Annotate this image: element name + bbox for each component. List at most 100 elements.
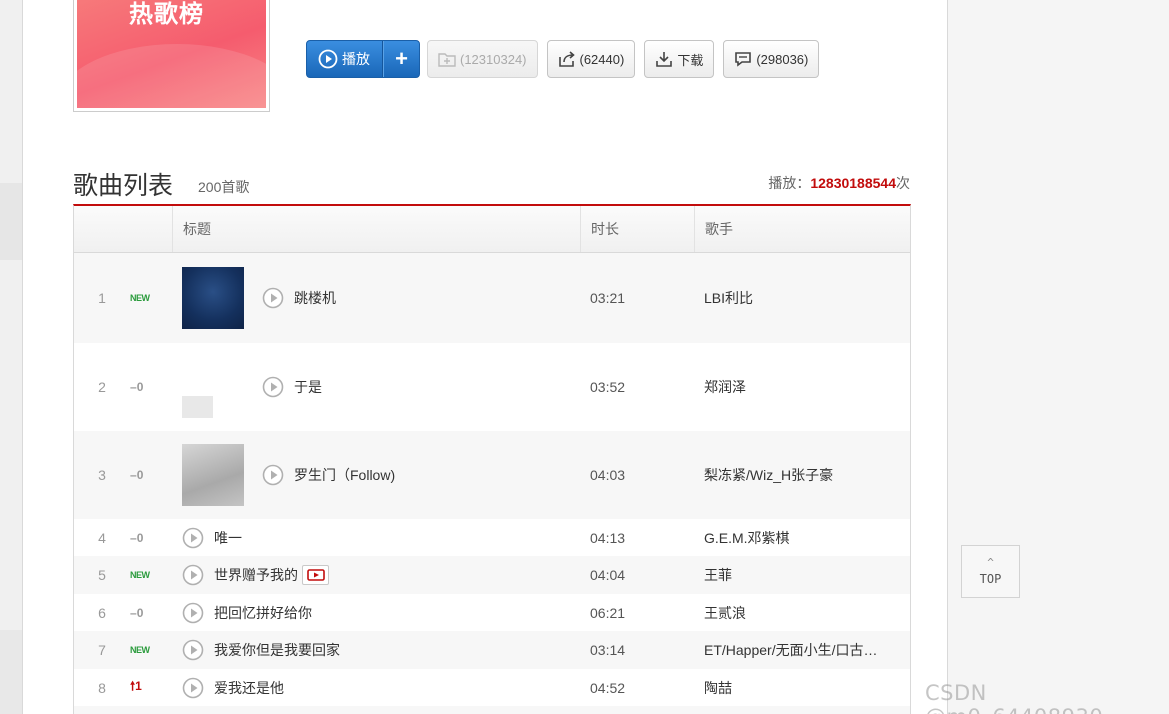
- row-index: 6: [98, 604, 106, 621]
- download-icon: [656, 52, 673, 67]
- rank-new-badge: NEW: [130, 570, 150, 580]
- play-song-icon[interactable]: [182, 677, 204, 699]
- song-duration: 03:21: [590, 290, 626, 306]
- download-button[interactable]: 下载: [644, 40, 715, 78]
- play-button[interactable]: 播放: [307, 41, 383, 77]
- playlist-main-panel: 热歌榜 播放 + (12310324) (62440) 下载 (298036) …: [22, 0, 948, 714]
- chevron-up-icon: ^: [987, 555, 994, 569]
- play-count-number: 12830188544: [810, 175, 896, 191]
- header-artist: 歌手: [694, 206, 910, 252]
- play-song-icon[interactable]: [262, 287, 284, 309]
- top-label: TOP: [979, 571, 1002, 586]
- back-to-top-button[interactable]: ^ TOP: [961, 545, 1020, 598]
- download-label: 下载: [677, 52, 704, 68]
- song-duration: 06:21: [590, 604, 626, 621]
- play-circle-icon: [318, 49, 338, 69]
- row-index: 8: [98, 679, 106, 696]
- play-count-prefix: 播放：: [768, 175, 811, 191]
- cover-image: 热歌榜: [77, 0, 266, 108]
- song-table: 标题 时长 歌手 1 NEW 跳楼机 03:21 LBI利比 2 –0 于是 03:…: [73, 204, 911, 714]
- action-buttons: 播放 + (12310324) (62440) 下载 (298036): [306, 40, 828, 78]
- artist-link[interactable]: G.E.M.邓紫棋: [694, 528, 910, 548]
- song-count: 200首歌: [198, 179, 250, 195]
- play-song-icon[interactable]: [182, 602, 204, 624]
- rank-up-badge: 🠕1: [130, 679, 142, 693]
- artist-link[interactable]: 陶喆: [694, 678, 910, 698]
- table-row: 6 –0 把回忆拼好给你 06:21 王贰浪: [74, 594, 910, 631]
- row-index: 2: [98, 379, 106, 395]
- row-index: 5: [98, 567, 106, 583]
- artist-link[interactable]: 梨冻紧/Wiz_H张子豪: [694, 465, 910, 485]
- song-title-link[interactable]: 我爱你但是我要回家: [214, 640, 340, 660]
- artist-link[interactable]: LBI利比: [694, 288, 910, 308]
- play-song-icon[interactable]: [182, 527, 204, 549]
- artist-link[interactable]: 郑润泽: [694, 377, 910, 397]
- row-index: 4: [98, 529, 106, 546]
- header-index: [74, 206, 172, 252]
- row-index: 7: [98, 642, 106, 658]
- mv-icon[interactable]: [302, 565, 329, 585]
- table-row: 3 –0 罗生门（Follow) 04:03 梨冻紧/Wiz_H张子豪: [74, 431, 910, 519]
- song-title-link[interactable]: 罗生门（Follow): [294, 465, 395, 485]
- table-row: [74, 706, 910, 714]
- artist-link[interactable]: 王贰浪: [694, 603, 910, 623]
- rank-new-badge: NEW: [130, 293, 150, 303]
- song-title-link[interactable]: 于是: [294, 377, 322, 397]
- left-side-panel: [0, 0, 22, 714]
- album-thumbnail[interactable]: [182, 444, 244, 506]
- artist-link[interactable]: 王菲: [694, 565, 910, 585]
- play-song-icon[interactable]: [262, 464, 284, 486]
- rank-unchanged-badge: –0: [130, 530, 144, 545]
- song-title-link[interactable]: 跳楼机: [294, 288, 336, 308]
- album-thumbnail[interactable]: [182, 356, 244, 418]
- table-row: 1 NEW 跳楼机 03:21 LBI利比: [74, 253, 910, 343]
- play-count-suffix: 次: [896, 175, 910, 191]
- table-row: 8 🠕1 爱我还是他 04:52 陶喆: [74, 669, 910, 706]
- song-title-link[interactable]: 唯一: [214, 528, 242, 548]
- playlist-cover: 热歌榜: [73, 0, 270, 112]
- song-title-link[interactable]: 世界赠予我的: [214, 565, 298, 585]
- song-duration: 04:52: [590, 679, 626, 696]
- left-panel-block: [0, 183, 22, 260]
- rank-new-badge: NEW: [130, 645, 150, 655]
- song-title-link[interactable]: 爱我还是他: [214, 678, 284, 698]
- share-button[interactable]: (62440): [546, 40, 636, 78]
- total-play-count: 播放：12830188544次: [768, 173, 910, 193]
- song-duration: 04:13: [590, 529, 626, 546]
- song-duration: 03:14: [590, 642, 626, 658]
- add-to-queue-button[interactable]: +: [383, 41, 419, 77]
- rank-unchanged-badge: –0: [130, 605, 144, 620]
- play-song-icon[interactable]: [182, 564, 204, 586]
- album-thumbnail[interactable]: [182, 267, 244, 329]
- watermark: CSDN @m0_64408930: [925, 681, 1103, 714]
- comment-icon: [735, 52, 752, 67]
- song-title-link[interactable]: 把回忆拼好给你: [214, 603, 312, 623]
- row-index: 1: [98, 290, 106, 306]
- row-index: 3: [98, 467, 106, 483]
- rank-unchanged-badge: –0: [130, 380, 144, 394]
- comment-button[interactable]: (298036): [723, 40, 820, 78]
- share-icon: [558, 51, 575, 67]
- artist-link[interactable]: ET/Happer/无面小生/口古…: [694, 640, 910, 660]
- folder-add-icon: [438, 53, 456, 67]
- table-row: 2 –0 于是 03:52 郑润泽: [74, 343, 910, 431]
- play-button-group: 播放 +: [306, 40, 420, 78]
- song-duration: 04:03: [590, 467, 626, 483]
- left-panel-block: [0, 630, 22, 714]
- header-title: 标题: [172, 206, 580, 252]
- rank-unchanged-badge: –0: [130, 468, 144, 482]
- table-row: 7 NEW 我爱你但是我要回家 03:14 ET/Happer/无面小生/口古…: [74, 631, 910, 669]
- comment-count: (298036): [756, 51, 809, 67]
- song-list-title: 歌曲列表: [73, 172, 174, 200]
- table-row: 4 –0 唯一 04:13 G.E.M.邓紫棋: [74, 519, 910, 556]
- table-header: 标题 时长 歌手: [74, 206, 910, 253]
- share-count: (62440): [579, 51, 625, 67]
- song-duration: 04:04: [590, 567, 626, 583]
- play-song-icon[interactable]: [182, 639, 204, 661]
- play-song-icon[interactable]: [262, 376, 284, 398]
- collect-button[interactable]: (12310324): [427, 40, 538, 78]
- play-label: 播放: [342, 51, 370, 67]
- song-duration: 03:52: [590, 379, 626, 395]
- header-duration: 时长: [580, 206, 694, 252]
- table-row: 5 NEW 世界赠予我的 04:04 王菲: [74, 556, 910, 594]
